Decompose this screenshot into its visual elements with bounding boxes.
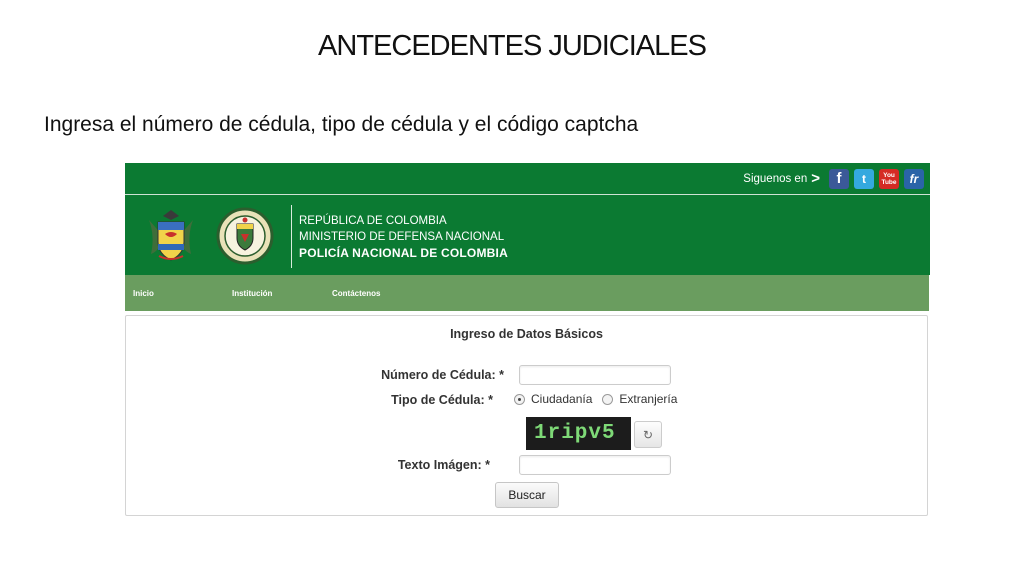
facebook-glyph: f (836, 170, 842, 187)
radio-extranjeria[interactable] (602, 393, 614, 405)
institution-line-1: REPÚBLICA DE COLOMBIA (299, 215, 447, 227)
top-bar: Siguenos en > f t You Tube fr (125, 163, 930, 195)
texto-imagen-label: Texto Imágen: * (397, 458, 490, 472)
twitter-glyph: t (862, 171, 866, 186)
nav-item-inicio[interactable]: Inicio (133, 289, 154, 298)
nav-item-contactenos[interactable]: Contáctenos (332, 289, 380, 298)
nav-bar: Inicio Institución Contáctenos (125, 275, 929, 311)
police-emblem-icon (216, 207, 274, 265)
cedula-input[interactable] (519, 365, 671, 385)
website-screenshot: Siguenos en > f t You Tube fr REPÚBLICA … (125, 163, 930, 516)
header-divider (291, 205, 292, 268)
refresh-captcha-button[interactable]: ↻ (634, 421, 662, 448)
institution-line-3: POLICÍA NACIONAL DE COLOMBIA (299, 246, 508, 260)
radio-extranjeria-label: Extranjería (619, 392, 678, 406)
site-header: REPÚBLICA DE COLOMBIA MINISTERIO DE DEFE… (125, 195, 930, 275)
institution-line-2: MINISTERIO DE DEFENSA NACIONAL (299, 231, 505, 243)
colombia-coat-of-arms-icon (149, 210, 193, 261)
youtube-glyph-bottom: Tube (881, 178, 897, 186)
fr-glyph: fr (909, 171, 919, 186)
tipo-options: Ciudadanía Extranjería (514, 392, 677, 406)
radio-ciudadania[interactable] (514, 393, 525, 405)
fr-icon[interactable]: fr (904, 168, 924, 189)
captcha-input[interactable] (519, 455, 671, 475)
youtube-glyph-top: You (883, 171, 895, 179)
radio-ciudadania-label: Ciudadanía (531, 392, 593, 406)
follow-arrow: > (811, 170, 820, 187)
slide-title: ANTECEDENTES JUDICIALES (318, 30, 707, 62)
search-form: Ingreso de Datos Básicos Número de Cédul… (125, 315, 928, 516)
follow-label: Siguenos en (743, 172, 808, 185)
youtube-icon[interactable]: You Tube (879, 168, 899, 189)
form-title: Ingreso de Datos Básicos (450, 327, 603, 341)
captcha-image: 1ripv5 (526, 417, 631, 450)
refresh-icon: ↻ (642, 427, 654, 442)
slide-subtitle: Ingresa el número de cédula, tipo de céd… (44, 113, 639, 136)
buscar-button[interactable]: Buscar (495, 482, 559, 508)
nav-item-institucion[interactable]: Institución (232, 289, 272, 298)
facebook-icon[interactable]: f (829, 168, 849, 189)
institution-text: REPÚBLICA DE COLOMBIA MINISTERIO DE DEFE… (299, 213, 508, 261)
tipo-label: Tipo de Cédula: * (391, 393, 493, 407)
cedula-label: Número de Cédula: * (381, 368, 504, 382)
twitter-icon[interactable]: t (854, 168, 874, 189)
